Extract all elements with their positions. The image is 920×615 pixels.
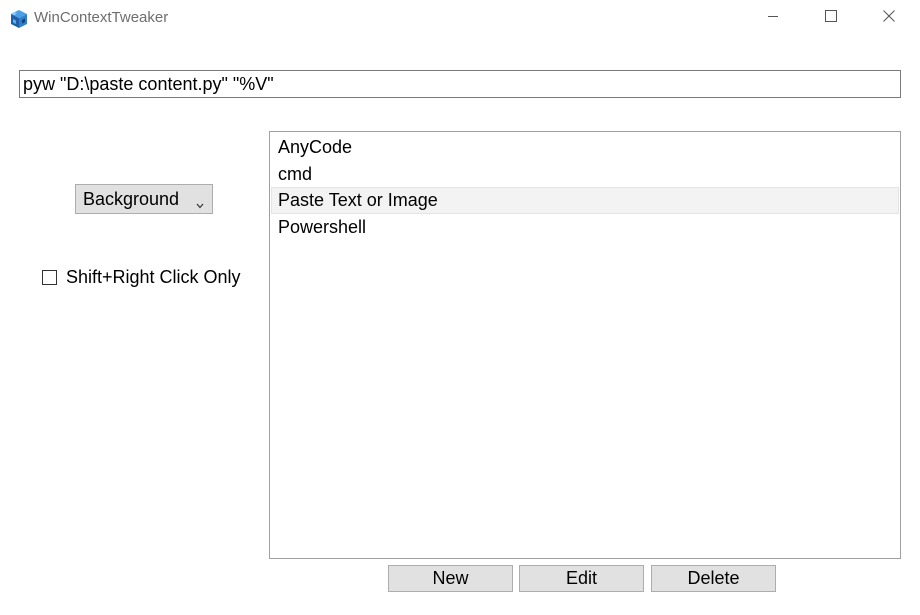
- title-bar[interactable]: WinContextTweaker: [0, 0, 920, 36]
- list-item[interactable]: AnyCode: [271, 134, 899, 161]
- maximize-button[interactable]: [808, 0, 854, 36]
- window-title: WinContextTweaker: [34, 9, 169, 26]
- list-item-selected[interactable]: Paste Text or Image: [271, 187, 899, 214]
- list-item[interactable]: Powershell: [271, 214, 899, 241]
- delete-button[interactable]: Delete: [651, 565, 776, 592]
- app-window: WinContextTweaker pyw "D:\paste content.…: [0, 0, 920, 615]
- chevron-down-icon: [196, 196, 204, 209]
- maximize-icon: [825, 9, 837, 27]
- dropdown-selected-value: Background: [83, 189, 180, 209]
- list-item[interactable]: cmd: [271, 161, 899, 188]
- command-input[interactable]: [19, 70, 901, 98]
- close-icon: [883, 9, 895, 27]
- context-entries-list[interactable]: AnyCode cmd Paste Text or Image Powershe…: [269, 131, 901, 559]
- new-button[interactable]: New: [388, 565, 513, 592]
- minimize-icon: [767, 9, 779, 27]
- app-cube-icon: [8, 8, 30, 30]
- edit-button[interactable]: Edit: [519, 565, 644, 592]
- context-mode-dropdown[interactable]: Background: [75, 184, 213, 214]
- shift-right-click-checkbox[interactable]: [42, 270, 57, 285]
- shift-right-click-label[interactable]: Shift+Right Click Only: [66, 267, 241, 288]
- minimize-button[interactable]: [750, 0, 796, 36]
- close-button[interactable]: [866, 0, 912, 36]
